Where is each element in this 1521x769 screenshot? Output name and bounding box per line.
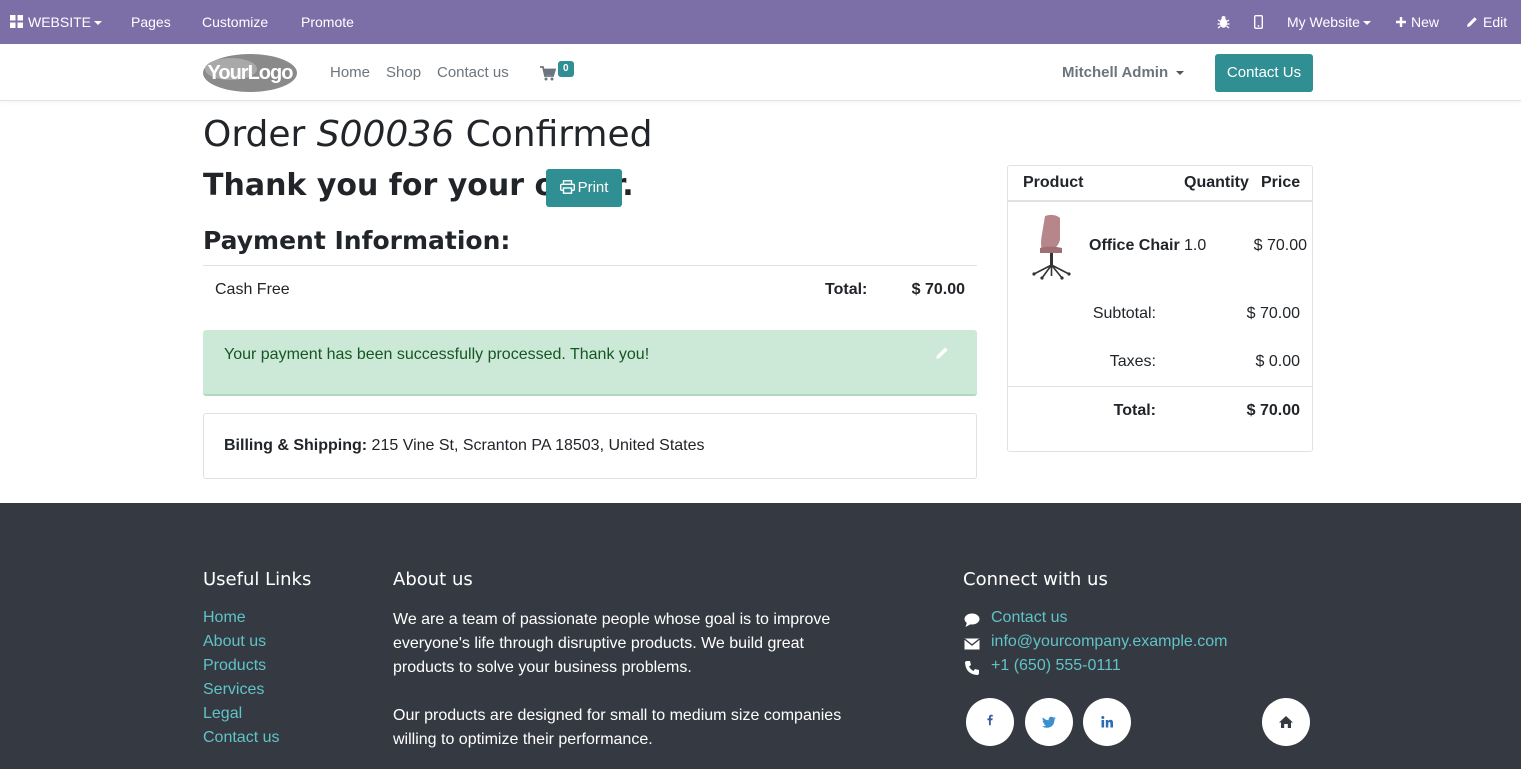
edit-button-label: Edit xyxy=(1483,14,1508,30)
phone-icon xyxy=(965,661,979,675)
footer-email-link[interactable]: info@yourcompany.example.com xyxy=(991,633,1228,651)
twitter-button[interactable] xyxy=(1025,698,1073,746)
about-paragraph-1: We are a team of passionate people whose… xyxy=(393,611,831,676)
office-chair-image[interactable] xyxy=(1030,214,1074,280)
title-prefix: Order xyxy=(203,114,306,155)
footer-contact-link[interactable]: Contact us xyxy=(991,609,1067,627)
taxes-label: Taxes: xyxy=(1109,353,1156,370)
payment-total-label: Total: xyxy=(825,281,868,298)
nav-shop[interactable]: Shop xyxy=(386,44,421,102)
footer-link-products[interactable]: Products xyxy=(203,657,266,675)
billing-address: 215 Vine St, Scranton PA 18503, United S… xyxy=(371,437,705,454)
order-reference: S00036 xyxy=(316,114,455,155)
user-menu[interactable]: Mitchell Admin xyxy=(1062,44,1185,102)
linkedin-icon xyxy=(1101,716,1113,728)
item-name: Office Chair xyxy=(1089,237,1180,254)
nav-contact-us[interactable]: Contact us xyxy=(437,44,509,102)
home-icon xyxy=(1279,716,1293,728)
new-button-label: New xyxy=(1411,14,1440,30)
pencil-icon[interactable] xyxy=(935,346,949,360)
billing-shipping-box: Billing & Shipping: 215 Vine St, Scranto… xyxy=(203,413,977,479)
cart-count-badge: 0 xyxy=(558,61,574,77)
site-header: YourLogo Home Shop Contact us 0 Mitchell… xyxy=(0,44,1521,101)
billing-label: Billing & Shipping: xyxy=(224,437,368,454)
envelope-icon xyxy=(964,638,980,650)
edit-button[interactable]: Edit xyxy=(1466,0,1507,44)
payment-method: Cash Free xyxy=(215,281,290,298)
footer-phone-link[interactable]: +1 (650) 555-0111 xyxy=(991,657,1121,675)
nav-home[interactable]: Home xyxy=(330,44,370,102)
linkedin-button[interactable] xyxy=(1083,698,1131,746)
page-title: Order S00036 Confirmed xyxy=(203,112,652,158)
apps-grid-icon xyxy=(10,15,23,28)
summary-table-header: Product Quantity Price xyxy=(1008,166,1312,202)
contact-us-button[interactable]: Contact Us xyxy=(1215,54,1313,92)
payment-row: Cash Free Total: $ 70.00 xyxy=(203,265,977,313)
debug-button[interactable] xyxy=(1217,0,1230,44)
promote-menu[interactable]: Promote xyxy=(301,0,354,44)
print-button-label: Print xyxy=(577,179,609,196)
chevron-down-icon xyxy=(94,21,103,26)
user-name: Mitchell Admin xyxy=(1062,64,1169,81)
footer-link-legal[interactable]: Legal xyxy=(203,705,242,723)
website-menu-label: WEBSITE xyxy=(28,14,92,30)
about-us-text: We are a team of passionate people whose… xyxy=(393,608,843,752)
summary-total-label: Total: xyxy=(1113,402,1156,419)
item-quantity: 1.0 xyxy=(1184,237,1207,254)
logo-text: YourLogo xyxy=(208,62,294,84)
website-selector[interactable]: My Website xyxy=(1287,0,1371,44)
payment-information-heading: Payment Information: xyxy=(203,226,511,255)
column-header-quantity: Quantity xyxy=(1184,174,1249,191)
footer-link-home[interactable]: Home xyxy=(203,609,246,627)
pages-menu[interactable]: Pages xyxy=(131,0,171,44)
website-selector-label: My Website xyxy=(1287,14,1360,30)
about-us-title: About us xyxy=(393,569,473,590)
comment-icon xyxy=(964,613,980,627)
mobile-icon xyxy=(1253,14,1263,30)
footer-link-services[interactable]: Services xyxy=(203,681,264,699)
about-paragraph-2: Our products are designed for small to m… xyxy=(393,707,842,748)
facebook-button[interactable] xyxy=(966,698,1014,746)
mobile-preview-button[interactable] xyxy=(1253,0,1263,44)
item-price: $ 70.00 xyxy=(1253,237,1307,254)
subtotal-value: $ 70.00 xyxy=(1246,305,1300,322)
print-icon xyxy=(559,180,575,194)
pencil-icon xyxy=(1467,17,1477,27)
payment-success-message: Your payment has been successfully proce… xyxy=(224,346,650,363)
connect-title: Connect with us xyxy=(963,569,1108,590)
payment-total-value: $ 70.00 xyxy=(911,281,965,298)
summary-divider xyxy=(1008,386,1312,387)
taxes-value: $ 0.00 xyxy=(1255,353,1300,370)
admin-bar: WEBSITE Pages Customize Promote My Websi… xyxy=(0,0,1521,44)
order-summary-card: Product Quantity Price Office Chair 1.0 … xyxy=(1007,165,1313,452)
column-header-product: Product xyxy=(1023,174,1084,191)
chevron-down-icon xyxy=(1176,71,1185,76)
subtotal-label: Subtotal: xyxy=(1092,305,1156,322)
twitter-icon xyxy=(1042,716,1056,728)
facebook-icon xyxy=(987,714,993,726)
company-logo[interactable]: YourLogo xyxy=(203,53,298,93)
payment-success-alert: Your payment has been successfully proce… xyxy=(203,330,977,396)
plus-icon xyxy=(1396,17,1406,27)
print-button[interactable]: Print xyxy=(546,169,622,207)
chevron-down-icon xyxy=(1362,21,1371,26)
new-button[interactable]: New xyxy=(1396,0,1439,44)
customize-menu[interactable]: Customize xyxy=(202,0,268,44)
bug-icon xyxy=(1217,16,1230,29)
title-suffix: Confirmed xyxy=(465,114,653,155)
summary-total-value: $ 70.00 xyxy=(1246,402,1300,419)
column-header-price: Price xyxy=(1261,174,1301,191)
home-button[interactable] xyxy=(1262,698,1310,746)
useful-links-title: Useful Links xyxy=(203,569,312,590)
cart-icon[interactable] xyxy=(540,66,556,81)
website-menu[interactable]: WEBSITE xyxy=(10,0,103,44)
footer-link-about-us[interactable]: About us xyxy=(203,633,266,651)
site-footer: Useful Links Home About us Products Serv… xyxy=(0,503,1521,769)
footer-link-contact-us[interactable]: Contact us xyxy=(203,729,279,747)
